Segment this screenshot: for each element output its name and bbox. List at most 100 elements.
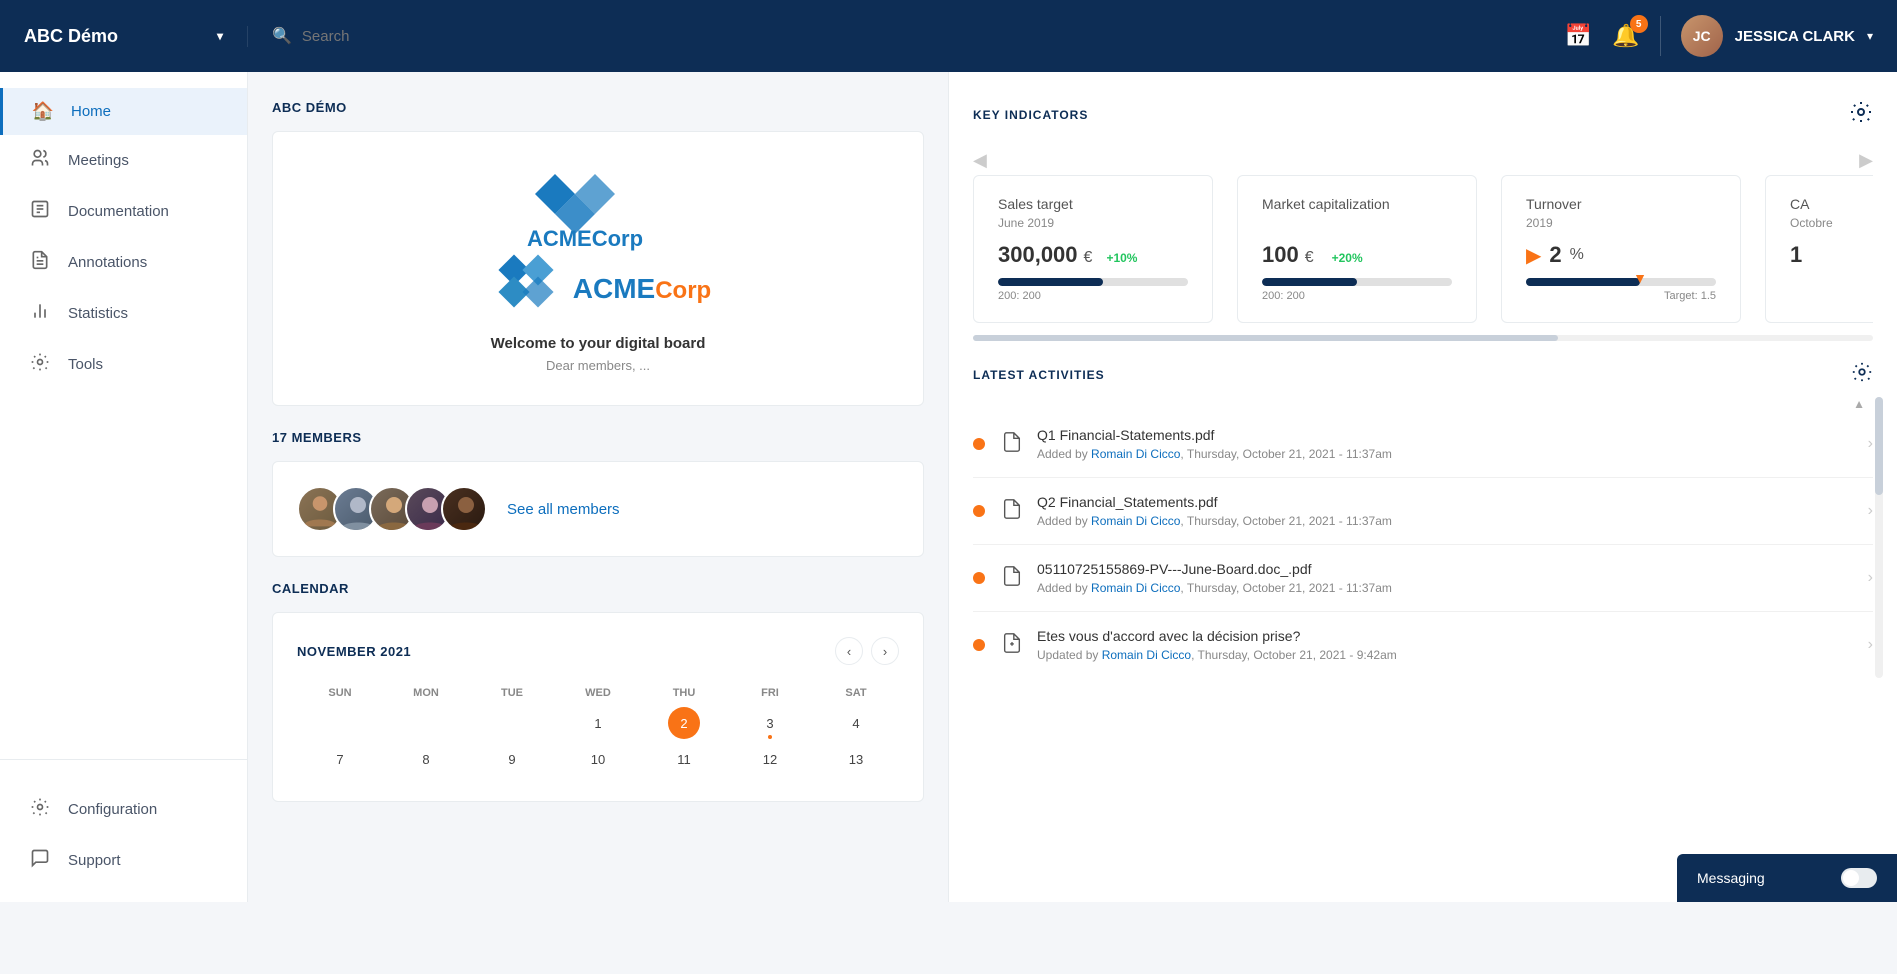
day-thu: THU	[641, 681, 727, 705]
unread-dot	[973, 438, 985, 450]
cal-cell[interactable]: 10	[555, 741, 641, 777]
username: JESSICA CLARK	[1735, 28, 1855, 45]
scroll-left-icon[interactable]: ◀	[973, 150, 987, 171]
search-area: 🔍	[248, 26, 1541, 46]
day-tue: TUE	[469, 681, 555, 705]
scroll-track[interactable]	[973, 335, 1873, 341]
sidebar-label-tools: Tools	[68, 356, 103, 373]
turnover-track	[1526, 278, 1716, 286]
statistics-icon	[28, 301, 52, 326]
scroll-up-arrow[interactable]: ▲	[973, 397, 1865, 411]
indicator-change: +10%	[1106, 251, 1137, 265]
activity-item-2[interactable]: Q2 Financial_Statements.pdf Added by Rom…	[973, 478, 1873, 545]
cal-cell[interactable]	[469, 705, 555, 741]
sidebar-item-configuration[interactable]: Configuration	[0, 784, 247, 835]
members-card: See all members	[272, 461, 924, 557]
activity-item-4[interactable]: Etes vous d'accord avec la décision pris…	[973, 612, 1873, 678]
cal-cell[interactable]: 13	[813, 741, 899, 777]
calendar-row-3: 7 8 9 10 11 12 13	[297, 741, 899, 777]
calendar-header: NOVEMBER 2021 ‹ ›	[297, 637, 899, 665]
user-menu[interactable]: JC JESSICA CLARK ▾	[1681, 15, 1873, 57]
calendar-month: NOVEMBER 2021	[297, 644, 411, 659]
company-name: ABC DÉMO	[272, 100, 924, 115]
activities-header: LATEST ACTIVITIES	[973, 361, 1873, 389]
sidebar-label-documentation: Documentation	[68, 203, 169, 220]
welcome-subtitle: Dear members, ...	[546, 358, 650, 373]
activity-content: Q1 Financial-Statements.pdf Added by Rom…	[1037, 427, 1856, 461]
activity-item-1[interactable]: Q1 Financial-Statements.pdf Added by Rom…	[973, 411, 1873, 478]
indicator-value: 2	[1549, 242, 1561, 268]
sidebar-item-statistics[interactable]: Statistics	[0, 288, 247, 339]
header-divider	[1660, 16, 1661, 56]
brand-chevron-icon[interactable]: ▾	[217, 29, 223, 43]
sidebar-item-meetings[interactable]: Meetings	[0, 135, 247, 186]
progress-label: 200: 200	[1262, 290, 1305, 302]
cal-cell[interactable]: 9	[469, 741, 555, 777]
sidebar-item-annotations[interactable]: Annotations	[0, 237, 247, 288]
sidebar-label-support: Support	[68, 852, 121, 869]
progress-label: 200: 200	[998, 290, 1041, 302]
sidebar-item-home[interactable]: 🏠 Home	[0, 88, 247, 135]
scroll-right-icon[interactable]: ▶	[1859, 150, 1873, 171]
indicator-value-row: 1	[1790, 242, 1873, 268]
messaging-label: Messaging	[1697, 870, 1765, 886]
key-indicators-settings-icon[interactable]	[1849, 100, 1873, 130]
unread-dot	[973, 505, 985, 517]
cal-cell[interactable]: 12	[727, 741, 813, 777]
indicator-progress: 200: 200	[1262, 278, 1452, 302]
notification-badge: 5	[1630, 15, 1648, 33]
activity-author: Romain Di Cicco	[1091, 447, 1180, 461]
activity-chevron-icon: ›	[1868, 569, 1873, 587]
calendar-nav: ‹ ›	[835, 637, 899, 665]
day-sun: SUN	[297, 681, 383, 705]
activity-chevron-icon: ›	[1868, 502, 1873, 520]
cal-cell[interactable]: 8	[383, 741, 469, 777]
sidebar-label-home: Home	[71, 103, 111, 120]
activity-meta: Added by Romain Di Cicco, Thursday, Octo…	[1037, 514, 1856, 528]
activity-title: Etes vous d'accord avec la décision pris…	[1037, 628, 1856, 644]
members-section-title: 17 MEMBERS	[272, 430, 924, 445]
indicator-ca: CA Octobre 1	[1765, 175, 1873, 323]
brand-area[interactable]: ABC Démo ▾	[0, 26, 248, 47]
activity-title: 05110725155869-PV---June-Board.doc_.pdf	[1037, 561, 1856, 577]
activity-meta: Added by Romain Di Cicco, Thursday, Octo…	[1037, 447, 1856, 461]
sidebar-label-meetings: Meetings	[68, 152, 129, 169]
notification-bell[interactable]: 🔔 5	[1612, 23, 1639, 49]
right-panel: KEY INDICATORS ◀ ▶ Sales target June 201…	[948, 72, 1897, 902]
sidebar-item-support[interactable]: Support	[0, 835, 247, 886]
vertical-scrollbar[interactable]	[1875, 397, 1883, 678]
calendar-icon[interactable]: 📅	[1565, 23, 1592, 49]
messaging-toggle-knob	[1843, 870, 1859, 886]
cal-cell-today[interactable]: 2	[668, 707, 700, 739]
file-icon	[1001, 498, 1023, 525]
indicator-currency: €	[1084, 249, 1093, 267]
cal-cell[interactable]	[383, 705, 469, 741]
indicator-date: June 2019	[998, 216, 1188, 230]
activity-author: Romain Di Cicco	[1091, 514, 1180, 528]
cal-cell[interactable]: 4	[813, 705, 899, 741]
cal-cell[interactable]: 11	[641, 741, 727, 777]
sidebar-item-documentation[interactable]: Documentation	[0, 186, 247, 237]
calendar-next-btn[interactable]: ›	[871, 637, 899, 665]
messaging-toggle[interactable]	[1841, 868, 1877, 888]
activity-meta: Added by Romain Di Cicco, Thursday, Octo…	[1037, 581, 1856, 595]
indicators-row: Sales target June 2019 300,000 € +10% 20…	[973, 175, 1873, 323]
activity-item-3[interactable]: 05110725155869-PV---June-Board.doc_.pdf …	[973, 545, 1873, 612]
calendar-grid: SUN MON TUE WED THU FRI SAT 1 2 3 4	[297, 681, 899, 777]
indicator-value-row: ▶ 2 %	[1526, 242, 1716, 268]
cal-cell[interactable]: 7	[297, 741, 383, 777]
main-content: ABC DÉMO ACMECorp	[248, 72, 1897, 902]
activities-settings-icon[interactable]	[1851, 361, 1873, 389]
home-icon: 🏠	[31, 101, 55, 122]
indicator-value: 100	[1262, 242, 1299, 268]
calendar-prev-btn[interactable]: ‹	[835, 637, 863, 665]
indicator-value: 300,000	[998, 242, 1078, 268]
cal-cell[interactable]: 1	[555, 705, 641, 741]
see-all-members-link[interactable]: See all members	[507, 501, 620, 518]
search-input[interactable]	[302, 28, 602, 45]
meetings-icon	[28, 148, 52, 173]
indicator-title: Sales target	[998, 196, 1188, 212]
cal-cell[interactable]	[297, 705, 383, 741]
sidebar-item-tools[interactable]: Tools	[0, 339, 247, 390]
cal-cell[interactable]: 3	[727, 705, 813, 741]
